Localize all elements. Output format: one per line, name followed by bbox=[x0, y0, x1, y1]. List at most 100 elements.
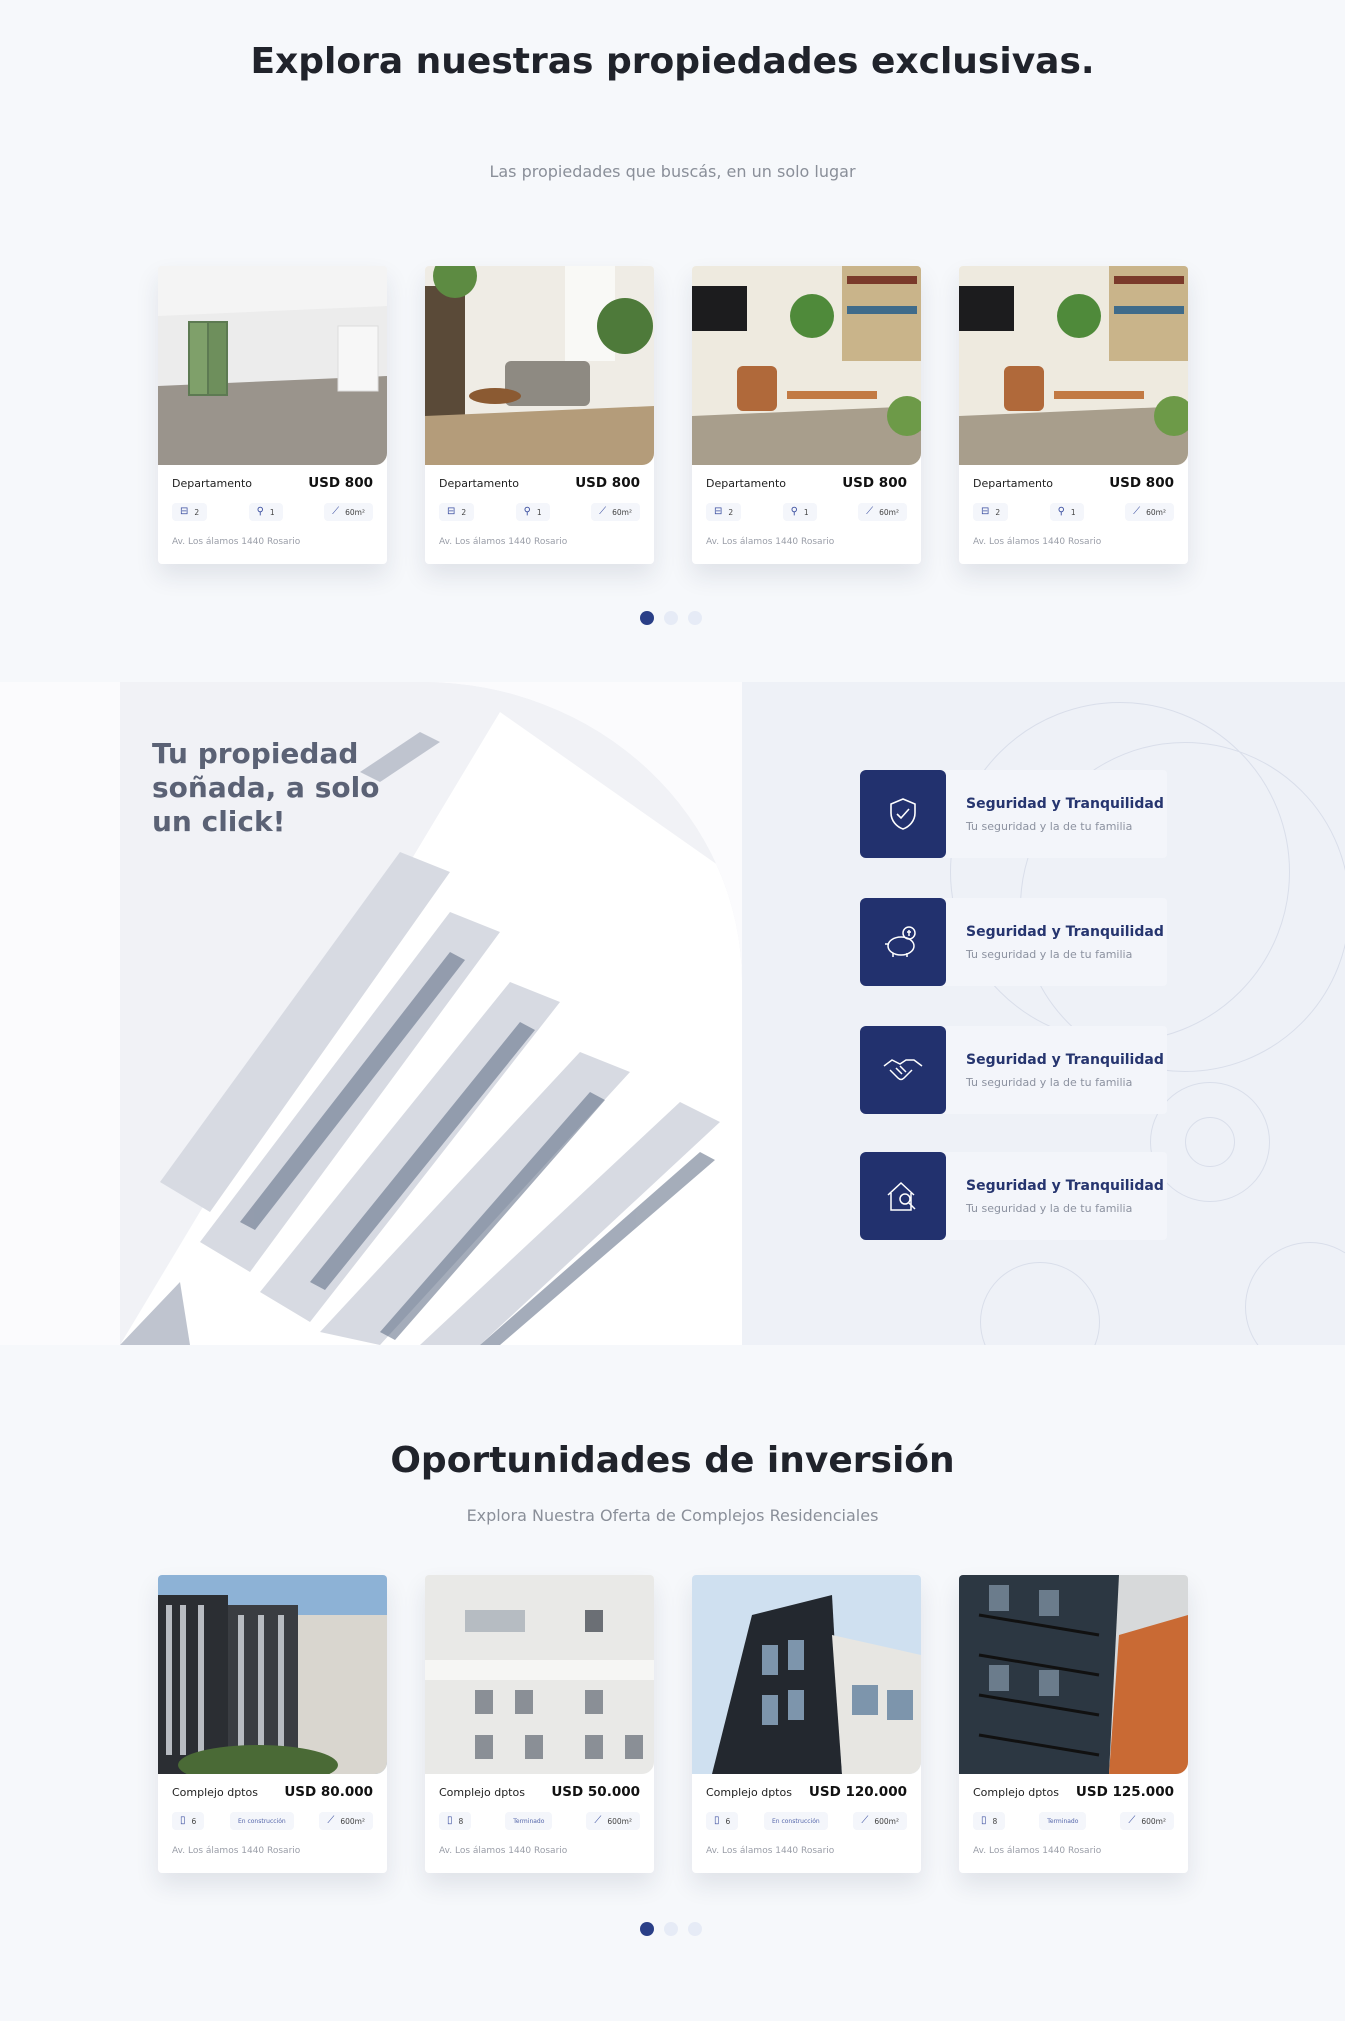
area-badge: ⟋ 60m² bbox=[1125, 503, 1174, 521]
building-icon: ▯ bbox=[714, 1815, 720, 1826]
building-icon: ▯ bbox=[447, 1815, 453, 1826]
investment-card[interactable]: Complejo dptos USD 125.000 ▯ 8 Terminado ⟋… bbox=[959, 1575, 1188, 1873]
carousel-dot[interactable] bbox=[640, 1922, 654, 1936]
bed-icon: ⊟ bbox=[714, 506, 723, 517]
investments-title: Oportunidades de inversión bbox=[390, 1440, 955, 1481]
carousel-dot[interactable] bbox=[664, 611, 678, 625]
ruler-icon: ⟋ bbox=[861, 1815, 869, 1826]
decor-circle bbox=[1185, 1117, 1235, 1167]
property-photo bbox=[158, 266, 387, 465]
investment-address: Av. Los álamos 1440 Rosario bbox=[172, 1846, 301, 1856]
carousel-dot[interactable] bbox=[688, 611, 702, 625]
benefit-title: Seguridad y Tranquilidad bbox=[966, 795, 1164, 812]
investments-subtitle: Explora Nuestra Oferta de Complejos Resi… bbox=[466, 1506, 879, 1525]
ruler-icon: ⟋ bbox=[1133, 506, 1141, 517]
features-band: Tu propiedad soñada, a solo un click! Se… bbox=[0, 682, 1345, 1345]
area-badge: ⟋ 60m² bbox=[324, 503, 373, 521]
ruler-icon: ⟋ bbox=[866, 506, 874, 517]
hero-subtitle: Las propiedades que buscás, en un solo l… bbox=[489, 162, 856, 181]
investment-card[interactable]: Complejo dptos USD 120.000 ▯ 6 En construc… bbox=[692, 1575, 921, 1873]
benefit-desc: Tu seguridad y la de tu familia bbox=[966, 1201, 1133, 1215]
baths-badge: ⚲ 1 bbox=[1049, 503, 1084, 521]
status-badge: En construcción bbox=[763, 1812, 828, 1830]
investment-card[interactable]: Complejo dptos USD 50.000 ▯ 8 Terminado ⟋ 6… bbox=[425, 1575, 654, 1873]
beds-badge: ⊟ 2 bbox=[973, 503, 1009, 521]
investment-price: USD 120.000 bbox=[808, 1784, 907, 1800]
area-badge: ⟋ 600m² bbox=[1120, 1812, 1174, 1830]
floors-badge: ▯ 6 bbox=[706, 1812, 739, 1830]
benefit-desc: Tu seguridad y la de tu familia bbox=[966, 1075, 1133, 1089]
beds-badge: ⊟ 2 bbox=[439, 503, 475, 521]
property-type: Departamento bbox=[706, 476, 787, 490]
investment-type: Complejo dptos bbox=[706, 1785, 792, 1799]
property-cards: Departamento USD 800 ⊟ 2 ⚲ 1 ⟋ 60m² Av. Los … bbox=[158, 266, 1188, 564]
property-price: USD 800 bbox=[308, 475, 373, 491]
status-badge: Terminado bbox=[505, 1812, 553, 1830]
area-badge: ⟋ 600m² bbox=[586, 1812, 640, 1830]
floors-badge: ▯ 8 bbox=[439, 1812, 472, 1830]
area-badge: ⟋ 60m² bbox=[591, 503, 640, 521]
property-type: Departamento bbox=[973, 476, 1054, 490]
investment-photo bbox=[158, 1575, 387, 1774]
investment-cards: Complejo dptos USD 80.000 ▯ 6 En construcc… bbox=[158, 1575, 1188, 1873]
beds-badge: ⊟ 2 bbox=[706, 503, 742, 521]
investment-price: USD 80.000 bbox=[284, 1784, 373, 1800]
property-card[interactable]: Departamento USD 800 ⊟ 2 ⚲ 1 ⟋ 60m² Av. Los … bbox=[425, 266, 654, 564]
bed-icon: ⊟ bbox=[180, 506, 189, 517]
benefit-item: Seguridad y Tranquilidad Tu seguridad y l… bbox=[860, 1152, 1167, 1240]
property-card[interactable]: Departamento USD 800 ⊟ 2 ⚲ 1 ⟋ 60m² Av. Los … bbox=[158, 266, 387, 564]
carousel-dot[interactable] bbox=[688, 1922, 702, 1936]
carousel-dots bbox=[640, 1922, 702, 1936]
beds-badge: ⊟ 2 bbox=[172, 503, 208, 521]
status-badge: Terminado bbox=[1039, 1812, 1087, 1830]
baths-badge: ⚲ 1 bbox=[248, 503, 283, 521]
carousel-dot[interactable] bbox=[640, 611, 654, 625]
property-photo bbox=[959, 266, 1188, 465]
status-badge: En construcción bbox=[229, 1812, 294, 1830]
investment-price: USD 125.000 bbox=[1075, 1784, 1174, 1800]
investment-photo bbox=[425, 1575, 654, 1774]
area-badge: ⟋ 60m² bbox=[858, 503, 907, 521]
ruler-icon: ⟋ bbox=[332, 506, 340, 517]
floors-badge: ▯ 8 bbox=[973, 1812, 1006, 1830]
property-photo bbox=[425, 266, 654, 465]
carousel-dot[interactable] bbox=[664, 1922, 678, 1936]
property-address: Av. Los álamos 1440 Rosario bbox=[706, 537, 835, 547]
floors-badge: ▯ 6 bbox=[172, 1812, 205, 1830]
carousel-dots bbox=[640, 611, 702, 625]
ruler-icon: ⟋ bbox=[327, 1815, 335, 1826]
property-card[interactable]: Departamento USD 800 ⊟ 2 ⚲ 1 ⟋ 60m² Av. Los … bbox=[692, 266, 921, 564]
investment-address: Av. Los álamos 1440 Rosario bbox=[439, 1846, 568, 1856]
investment-price: USD 50.000 bbox=[551, 1784, 640, 1800]
house-search-icon bbox=[860, 1152, 946, 1240]
handshake-icon bbox=[860, 1026, 946, 1114]
baths-badge: ⚲ 1 bbox=[782, 503, 817, 521]
shield-check-icon bbox=[860, 770, 946, 858]
benefit-item: Seguridad y Tranquilidad Tu seguridad y l… bbox=[860, 1026, 1167, 1114]
investment-photo bbox=[692, 1575, 921, 1774]
hero-title: Explora nuestras propiedades exclusivas. bbox=[250, 41, 1095, 82]
band-title: Tu propiedad soñada, a solo un click! bbox=[152, 737, 380, 838]
property-price: USD 800 bbox=[575, 475, 640, 491]
investment-type: Complejo dptos bbox=[172, 1785, 258, 1799]
property-address: Av. Los álamos 1440 Rosario bbox=[172, 537, 301, 547]
building-icon: ▯ bbox=[180, 1815, 186, 1826]
property-price: USD 800 bbox=[1109, 475, 1174, 491]
investment-card[interactable]: Complejo dptos USD 80.000 ▯ 6 En construcc… bbox=[158, 1575, 387, 1873]
baths-badge: ⚲ 1 bbox=[515, 503, 550, 521]
benefit-title: Seguridad y Tranquilidad bbox=[966, 923, 1164, 940]
decor-circle bbox=[980, 1262, 1100, 1345]
benefit-title: Seguridad y Tranquilidad bbox=[966, 1051, 1164, 1068]
shower-icon: ⚲ bbox=[256, 506, 264, 517]
benefit-desc: Tu seguridad y la de tu familia bbox=[966, 819, 1133, 833]
shower-icon: ⚲ bbox=[1057, 506, 1065, 517]
property-type: Departamento bbox=[439, 476, 520, 490]
benefit-title: Seguridad y Tranquilidad bbox=[966, 1177, 1164, 1194]
property-card[interactable]: Departamento USD 800 ⊟ 2 ⚲ 1 ⟋ 60m² Av. Los … bbox=[959, 266, 1188, 564]
investment-photo bbox=[959, 1575, 1188, 1774]
investment-address: Av. Los álamos 1440 Rosario bbox=[973, 1846, 1102, 1856]
decor-circle bbox=[1245, 1242, 1345, 1345]
shower-icon: ⚲ bbox=[523, 506, 531, 517]
investment-address: Av. Los álamos 1440 Rosario bbox=[706, 1846, 835, 1856]
property-price: USD 800 bbox=[842, 475, 907, 491]
